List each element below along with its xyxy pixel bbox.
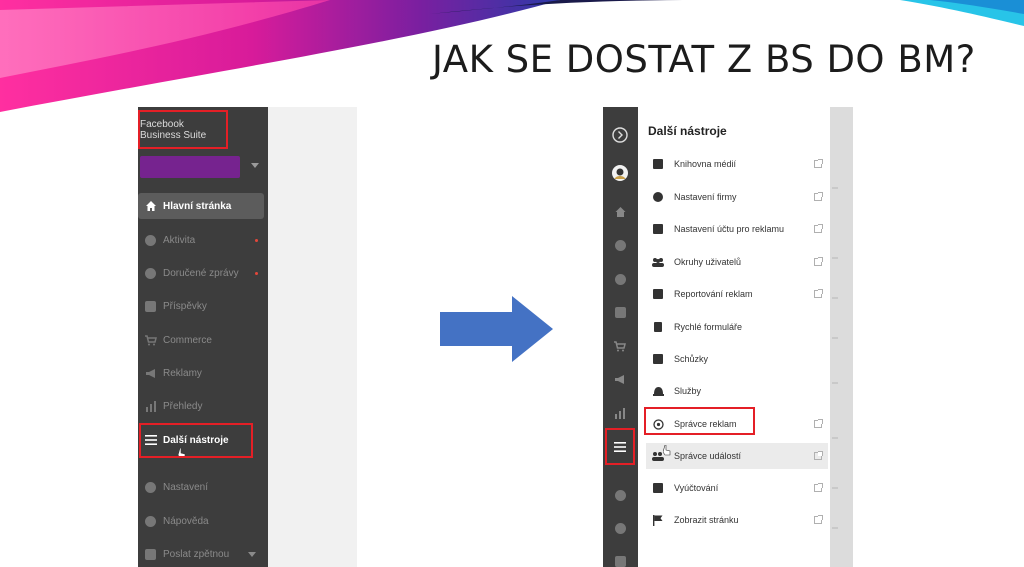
sidebar-item-inbox[interactable]: Doručené zprávy <box>138 260 264 286</box>
business-suite-sidebar: Facebook Business Suite Hlavní stránka A… <box>138 107 268 567</box>
avatar[interactable] <box>612 165 628 181</box>
flag-icon <box>652 514 664 526</box>
business-suite-screenshot: Facebook Business Suite Hlavní stránka A… <box>138 107 357 567</box>
billing-icon <box>652 482 664 494</box>
tool-view-page[interactable]: Zobrazit stránku <box>646 507 828 533</box>
feedback-icon[interactable] <box>612 553 628 567</box>
chart-icon[interactable] <box>612 405 628 421</box>
external-link-icon <box>814 257 823 266</box>
tool-business-settings[interactable]: Nastavení firmy <box>646 184 828 210</box>
tool-ads-reporting[interactable]: Reportování reklam <box>646 281 828 307</box>
collapse-arrow-icon[interactable] <box>612 127 628 143</box>
sidebar-item-ads[interactable]: Reklamy <box>138 360 264 386</box>
notification-dot <box>255 238 258 242</box>
feedback-icon <box>144 548 157 561</box>
form-icon <box>652 321 664 333</box>
chevron-down-icon[interactable] <box>251 163 259 168</box>
gear-icon <box>144 481 157 494</box>
tool-audiences[interactable]: Okruhy uživatelů <box>646 249 828 275</box>
panel-title: Další nástroje <box>648 124 727 138</box>
tool-billing[interactable]: Vyúčtování <box>646 475 828 501</box>
sidebar-item-settings[interactable]: Nastavení <box>138 474 264 500</box>
notification-dot <box>255 271 258 275</box>
sidebar-item-home[interactable]: Hlavní stránka <box>138 193 264 219</box>
ad-account-icon <box>652 223 664 235</box>
tool-events-manager[interactable]: Správce událostí <box>646 443 828 469</box>
audiences-icon <box>652 256 664 268</box>
help-icon <box>144 515 157 528</box>
cart-icon[interactable] <box>612 338 628 354</box>
tool-services[interactable]: Služby <box>646 378 828 404</box>
menu-highlight-box <box>605 428 635 465</box>
sidebar-item-insights[interactable]: Přehledy <box>138 393 264 419</box>
sidebar-item-activity[interactable]: Aktivita <box>138 227 264 253</box>
external-link-icon <box>814 224 823 233</box>
external-link-icon <box>814 483 823 492</box>
sidebar-item-commerce[interactable]: Commerce <box>138 327 264 353</box>
tool-instant-forms[interactable]: Rychlé formuláře <box>646 314 828 340</box>
more-tools-screenshot: Další nástroje Knihovna médií Nastavení … <box>603 107 853 567</box>
ads-manager-highlight-box <box>644 407 755 435</box>
activity-icon[interactable] <box>612 237 628 253</box>
sidebar-item-posts[interactable]: Příspěvky <box>138 293 264 319</box>
tool-ad-account-settings[interactable]: Nastavení účtu pro reklamu <box>646 216 828 242</box>
external-link-icon <box>814 419 823 428</box>
megaphone-icon <box>144 367 157 380</box>
home-icon <box>144 200 157 213</box>
megaphone-icon[interactable] <box>612 371 628 387</box>
external-link-icon <box>814 289 823 298</box>
gear-icon[interactable] <box>612 487 628 503</box>
tool-appointments[interactable]: Schůzky <box>646 346 828 372</box>
calendar-icon <box>652 353 664 365</box>
media-library-icon <box>652 158 664 170</box>
sidebar-item-feedback[interactable]: Poslat zpětnou <box>138 541 264 567</box>
collapsed-sidebar <box>603 107 638 567</box>
posts-icon <box>144 300 157 313</box>
right-arrow-icon <box>440 296 553 362</box>
tool-media-library[interactable]: Knihovna médií <box>646 151 828 177</box>
external-link-icon <box>814 192 823 201</box>
reporting-icon <box>652 288 664 300</box>
sidebar-item-help[interactable]: Nápověda <box>138 508 264 534</box>
brand-highlight-box <box>138 110 228 149</box>
home-icon[interactable] <box>612 204 628 220</box>
more-tools-panel: Další nástroje Knihovna médií Nastavení … <box>638 107 830 567</box>
messages-icon <box>144 267 157 280</box>
slide-title: JAK SE DOSTAT Z BS DO BM? <box>432 38 976 81</box>
external-link-icon <box>814 159 823 168</box>
account-selector[interactable] <box>140 156 240 178</box>
external-link-icon <box>814 515 823 524</box>
messages-icon[interactable] <box>612 271 628 287</box>
posts-icon[interactable] <box>612 304 628 320</box>
activity-icon <box>144 234 157 247</box>
more-tools-highlight-box <box>139 423 253 458</box>
chart-icon <box>144 400 157 413</box>
mouse-cursor-icon <box>663 445 671 456</box>
gear-icon <box>652 191 664 203</box>
cart-icon <box>144 334 157 347</box>
external-link-icon <box>814 451 823 460</box>
help-icon[interactable] <box>612 520 628 536</box>
background-page-edge <box>830 107 853 567</box>
bell-icon <box>652 385 664 397</box>
chevron-down-icon <box>248 551 256 557</box>
